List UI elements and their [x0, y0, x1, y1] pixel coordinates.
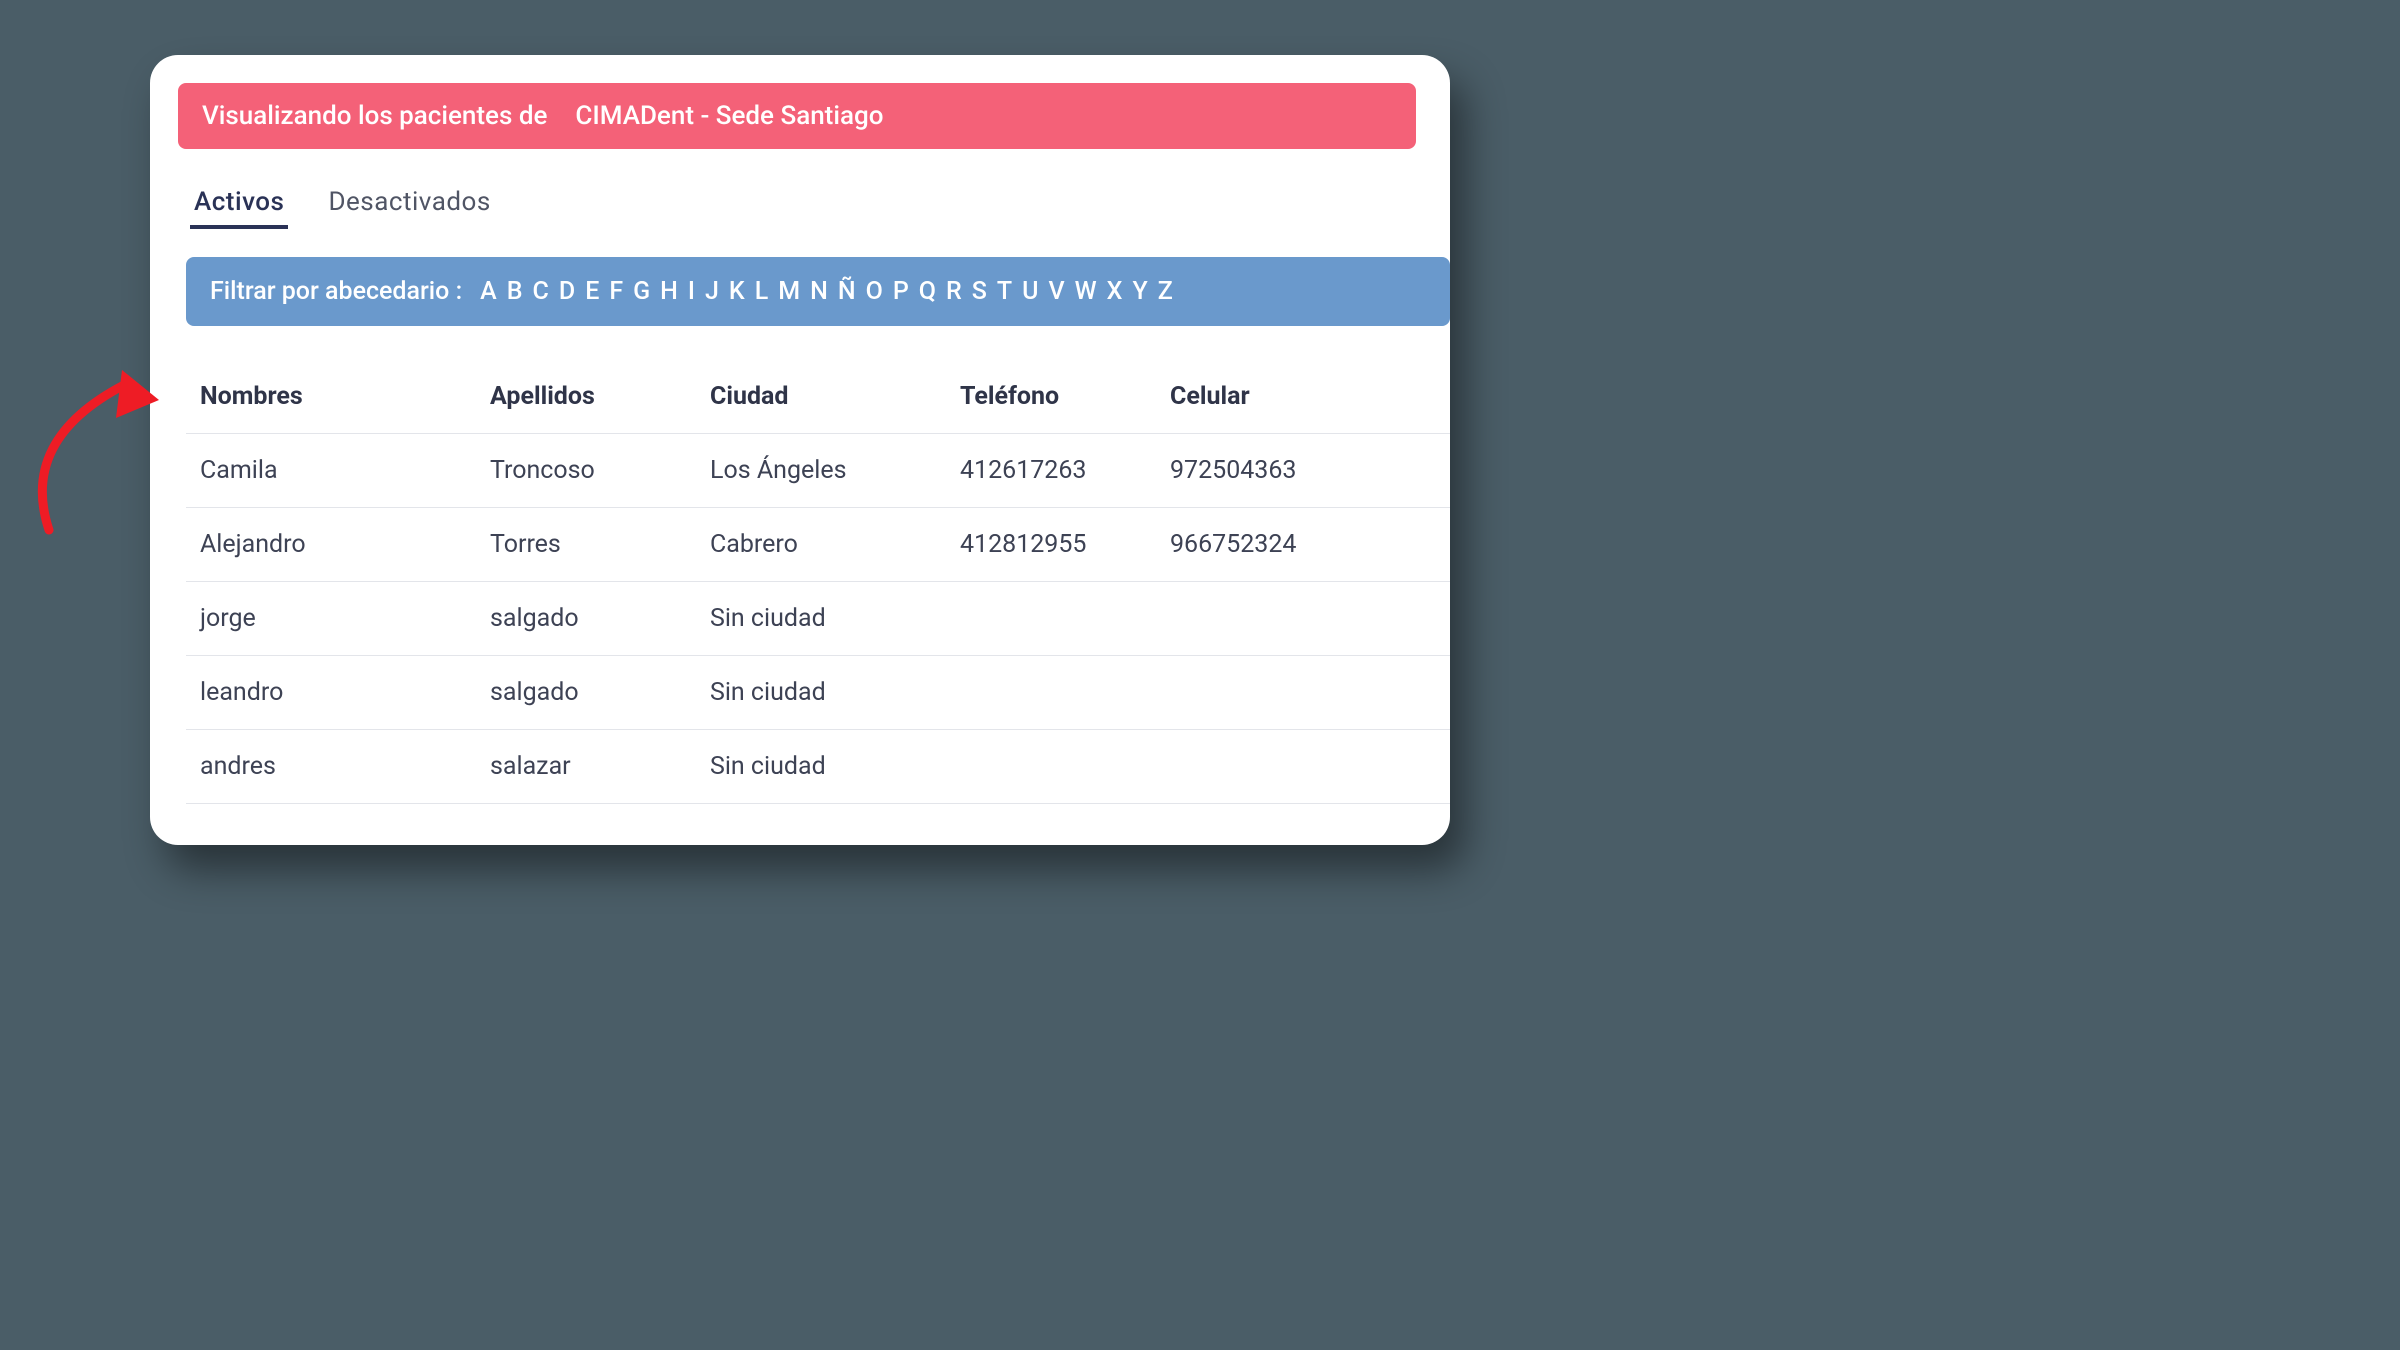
cell-ciudad: Sin ciudad — [710, 604, 960, 633]
cell-telefono — [960, 678, 1170, 707]
alphabet-letter[interactable]: L — [755, 277, 771, 306]
alphabet-letter[interactable]: T — [997, 277, 1014, 306]
alphabet-letter[interactable]: X — [1107, 277, 1125, 306]
alphabet-letter[interactable]: R — [946, 277, 964, 306]
alphabet-letter[interactable]: O — [866, 277, 885, 306]
cell-celular: 966752324 — [1170, 530, 1370, 559]
header-ciudad: Ciudad — [710, 382, 960, 411]
tab-activos[interactable]: Activos — [190, 179, 288, 229]
alphabet-letter[interactable]: P — [893, 277, 911, 306]
alphabet-letter[interactable]: J — [705, 277, 721, 306]
alphabet-letter[interactable]: B — [507, 277, 525, 306]
alphabet-filter-bar: Filtrar por abecedario : ABCDEFGHIJKLMNÑ… — [186, 257, 1450, 326]
cell-celular — [1170, 678, 1370, 707]
alphabet-letters: ABCDEFGHIJKLMNÑOPQRSTUVWXYZ — [480, 277, 1175, 306]
cell-nombres: Camila — [200, 456, 490, 485]
alphabet-letter[interactable]: Q — [919, 277, 938, 306]
table-row[interactable]: AlejandroTorresCabrero412812955966752324 — [186, 508, 1450, 582]
table-row[interactable]: jorgesalgadoSin ciudad — [186, 582, 1450, 656]
cell-ciudad: Cabrero — [710, 530, 960, 559]
alphabet-letter[interactable]: W — [1075, 277, 1099, 306]
alphabet-letter[interactable]: E — [585, 277, 601, 306]
table-row[interactable]: CamilaTroncosoLos Ángeles412617263972504… — [186, 434, 1450, 508]
cell-ciudad: Sin ciudad — [710, 752, 960, 781]
cell-nombres: jorge — [200, 604, 490, 633]
cell-celular: 972504363 — [1170, 456, 1370, 485]
alphabet-letter[interactable]: Ñ — [838, 277, 858, 306]
cell-telefono: 412617263 — [960, 456, 1170, 485]
tabs: Activos Desactivados — [190, 179, 1450, 229]
banner-location: CIMADent - Sede Santiago — [575, 101, 883, 131]
header-nombres: Nombres — [200, 382, 490, 411]
patients-table: Nombres Apellidos Ciudad Teléfono Celula… — [186, 360, 1450, 804]
header-telefono: Teléfono — [960, 382, 1170, 411]
alphabet-letter[interactable]: N — [810, 277, 830, 306]
cell-apellidos: salgado — [490, 604, 710, 633]
alphabet-letter[interactable]: A — [480, 277, 499, 306]
alphabet-letter[interactable]: V — [1049, 277, 1067, 306]
banner-prefix: Visualizando los pacientes de — [202, 101, 547, 131]
tab-desactivados[interactable]: Desactivados — [324, 179, 494, 229]
table-header-row: Nombres Apellidos Ciudad Teléfono Celula… — [186, 360, 1450, 434]
header-celular: Celular — [1170, 382, 1370, 411]
alphabet-letter[interactable]: F — [609, 277, 625, 306]
cell-apellidos: Troncoso — [490, 456, 710, 485]
table-row[interactable]: andressalazarSin ciudad — [186, 730, 1450, 804]
alphabet-letter[interactable]: D — [559, 277, 577, 306]
cell-celular — [1170, 752, 1370, 781]
alphabet-letter[interactable]: C — [533, 277, 551, 306]
location-banner: Visualizando los pacientes de CIMADent -… — [178, 83, 1416, 149]
cell-telefono — [960, 604, 1170, 633]
filter-label: Filtrar por abecedario : — [210, 277, 462, 306]
cell-telefono: 412812955 — [960, 530, 1170, 559]
cell-apellidos: salgado — [490, 678, 710, 707]
alphabet-letter[interactable]: G — [633, 277, 652, 306]
cell-apellidos: salazar — [490, 752, 710, 781]
cell-nombres: leandro — [200, 678, 490, 707]
alphabet-letter[interactable]: M — [778, 277, 802, 306]
cell-apellidos: Torres — [490, 530, 710, 559]
cell-celular — [1170, 604, 1370, 633]
alphabet-letter[interactable]: Y — [1132, 277, 1149, 306]
alphabet-letter[interactable]: S — [972, 277, 989, 306]
cell-ciudad: Sin ciudad — [710, 678, 960, 707]
cell-nombres: andres — [200, 752, 490, 781]
patients-card: Visualizando los pacientes de CIMADent -… — [150, 55, 1450, 845]
alphabet-letter[interactable]: H — [660, 277, 680, 306]
alphabet-letter[interactable]: Z — [1158, 277, 1175, 306]
cell-nombres: Alejandro — [200, 530, 490, 559]
header-apellidos: Apellidos — [490, 382, 710, 411]
table-row[interactable]: leandrosalgadoSin ciudad — [186, 656, 1450, 730]
cell-telefono — [960, 752, 1170, 781]
alphabet-letter[interactable]: K — [729, 277, 747, 306]
alphabet-letter[interactable]: U — [1022, 277, 1040, 306]
cell-ciudad: Los Ángeles — [710, 456, 960, 485]
alphabet-letter[interactable]: I — [688, 277, 697, 306]
